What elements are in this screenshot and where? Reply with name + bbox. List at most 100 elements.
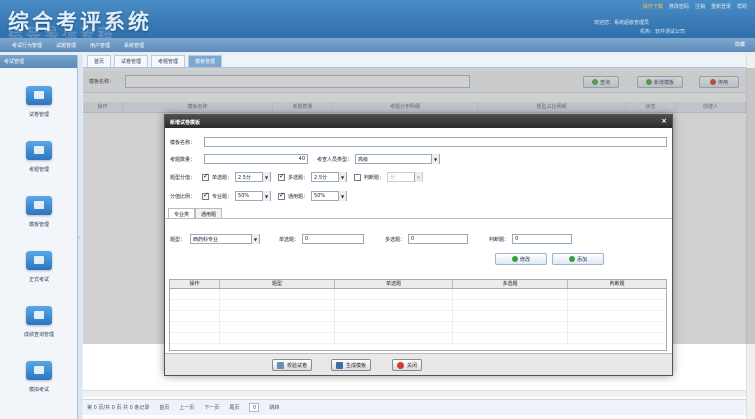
q-single-label: 单选题： [279, 236, 300, 243]
type-score-label: 题型分值： [170, 174, 196, 181]
close-dialog-label: 关闭 [407, 362, 418, 369]
close-icon[interactable]: × [661, 117, 667, 125]
sidebar-item-exam-paper[interactable]: 试卷管理 [0, 86, 78, 118]
nav-item-users[interactable]: 用户管理 [90, 42, 110, 49]
pager: 第 0 页/共 0 页 共 0 条记录 首页 上一页 下一页 尾页 0 跳转 [83, 399, 755, 415]
professional-checkbox[interactable] [202, 191, 210, 200]
table-row [170, 289, 666, 300]
add-row-button[interactable]: 添加 [552, 253, 604, 265]
row-question-count: 考题数量： 40 考查人员类型： 高级 ▼ [170, 154, 441, 164]
tab-general[interactable]: 通用题 [195, 208, 223, 218]
row-question-entry: 题型： 西药科专业 ▼ 单选题： 0 多选题： 0 判断题： 0 [170, 234, 573, 244]
table-row [170, 311, 666, 322]
collapse-arrow-icon[interactable]: ‹ [78, 235, 80, 241]
org-text: 机构：软件测试公司 [640, 29, 686, 35]
q-multi-input[interactable]: 0 [408, 234, 469, 244]
app-title-reflection: 综合考评系统 [8, 24, 117, 38]
question-count-label: 考题数量： [170, 156, 196, 163]
tab-template[interactable]: 模板管理 [188, 55, 223, 67]
professional-ratio-value: 50% [238, 193, 250, 199]
nav-item-question[interactable]: 试题管理 [56, 42, 76, 49]
question-count-input[interactable]: 40 [204, 154, 309, 164]
pager-last[interactable]: 尾页 [229, 404, 239, 411]
sidebar-item-label: 正式考试 [28, 277, 49, 283]
sidebar-item-template[interactable]: 模板管理 [0, 196, 78, 228]
sidebar-header: 考试管理 [0, 55, 77, 68]
chevron-down-icon: ▼ [431, 154, 440, 164]
dialog-title: 新增试卷模板 [170, 120, 201, 126]
sidebar-splitter[interactable]: ‹ [78, 55, 82, 419]
page-number-input[interactable]: 0 [249, 403, 260, 412]
col-multi: 多选题 [453, 280, 568, 288]
subject-label: 题型： [170, 236, 186, 243]
pager-prev[interactable]: 上一页 [179, 404, 194, 411]
dialog-sub-tabs: 专业类 通用题 [165, 208, 672, 219]
multi-choice-checkbox[interactable] [278, 172, 286, 181]
chevron-down-icon: ▼ [338, 191, 347, 201]
mock-exam-icon [26, 361, 52, 380]
generate-template-button[interactable]: 生成模板 [331, 359, 372, 371]
modify-button[interactable]: 修改 [495, 253, 547, 265]
table-row [170, 333, 666, 344]
sidebar-item-mock-exam[interactable]: 模拟考试 [0, 361, 78, 393]
tab-home[interactable]: 首页 [87, 55, 112, 67]
horizontal-scrollbar[interactable] [83, 390, 755, 397]
single-choice-checkbox[interactable] [202, 172, 210, 181]
formal-exam-icon [26, 251, 52, 270]
general-ratio-select[interactable]: 50% ▼ [311, 191, 348, 201]
new-template-dialog: 新增试卷模板 × 模板名称： 考题数量： 40 考查人员类型： 高级 ▼ 题型分… [164, 114, 673, 376]
row-type-score: 题型分值： 单选题： 2.5分 ▼ 多选题： 2.5分 ▼ 判断题： 分 ▼ [170, 172, 424, 182]
tab-exam-paper[interactable]: 试卷管理 [114, 55, 149, 67]
sidebar-item-label: 考题管理 [28, 167, 49, 173]
close-dialog-button[interactable]: 关闭 [392, 359, 423, 371]
change-password-link[interactable]: 修改密码 [669, 3, 689, 10]
exam-paper-icon [26, 86, 52, 105]
app-header: 综合考评系统 综合考评系统 操作下载 修改密码 注销 重新登录 帮助 欢迎您：系… [0, 0, 755, 38]
sidebar: 考试管理 试卷管理 考题管理 模板管理 正式考试 成绩查询管理 模拟考试 [0, 55, 78, 419]
q-multi-label: 多选题： [385, 236, 406, 243]
save-icon [336, 361, 343, 369]
sidebar-item-formal-exam[interactable]: 正式考试 [0, 251, 78, 283]
question-distribution-table: 操作 题型 单选题 多选题 判断题 [169, 279, 667, 351]
row-template-name: 模板名称： [170, 137, 668, 147]
sidebar-item-label: 成绩查询管理 [23, 332, 54, 338]
chevron-down-icon: ▼ [338, 172, 347, 182]
judge-checkbox[interactable] [354, 173, 362, 181]
template-icon [26, 196, 52, 215]
top-links: 操作下载 修改密码 注销 重新登录 帮助 [643, 3, 747, 10]
pager-go-button[interactable]: 跳转 [269, 404, 279, 411]
template-name-input[interactable] [204, 137, 668, 147]
logout-link[interactable]: 注销 [695, 3, 705, 10]
judge-label: 判断题： [364, 174, 385, 181]
multi-score-select[interactable]: 2.5分 ▼ [311, 172, 348, 182]
pager-first[interactable]: 首页 [159, 404, 169, 411]
professional-ratio-select[interactable]: 50% ▼ [235, 191, 272, 201]
tab-professional[interactable]: 专业类 [168, 208, 196, 218]
check-paper-button[interactable]: 校验试卷 [272, 359, 313, 371]
help-link[interactable]: 帮助 [737, 3, 747, 10]
sidebar-item-question-bank[interactable]: 考题管理 [0, 141, 78, 173]
category-select[interactable]: 高级 ▼ [355, 154, 441, 164]
sidebar-item-label: 模板管理 [28, 222, 49, 228]
q-judge-input[interactable]: 0 [512, 234, 573, 244]
table-header: 操作 题型 单选题 多选题 判断题 [170, 280, 666, 289]
general-label: 通用题： [288, 193, 309, 200]
check-paper-label: 校验试卷 [287, 362, 308, 369]
close-icon [397, 361, 404, 369]
subject-value: 西药科专业 [193, 236, 219, 243]
q-single-input[interactable]: 0 [302, 234, 365, 244]
hide-nav-button[interactable]: 隐藏 [735, 41, 745, 48]
general-checkbox[interactable] [278, 191, 286, 200]
nav-item-exam-behavior[interactable]: 考试行为管理 [12, 42, 42, 49]
pager-next[interactable]: 下一页 [204, 404, 219, 411]
sidebar-item-score-query[interactable]: 成绩查询管理 [0, 306, 78, 338]
nav-item-system[interactable]: 系统管理 [124, 42, 144, 49]
tab-question[interactable]: 考题管理 [151, 55, 186, 67]
table-row [170, 300, 666, 311]
relogin-link[interactable]: 重新登录 [711, 3, 731, 10]
single-score-select[interactable]: 2.5分 ▼ [235, 172, 272, 182]
category-label: 考查人员类型： [317, 156, 353, 163]
single-score-value: 2.5分 [238, 174, 251, 181]
subject-select[interactable]: 西药科专业 ▼ [190, 234, 261, 244]
download-link[interactable]: 操作下载 [643, 3, 663, 10]
